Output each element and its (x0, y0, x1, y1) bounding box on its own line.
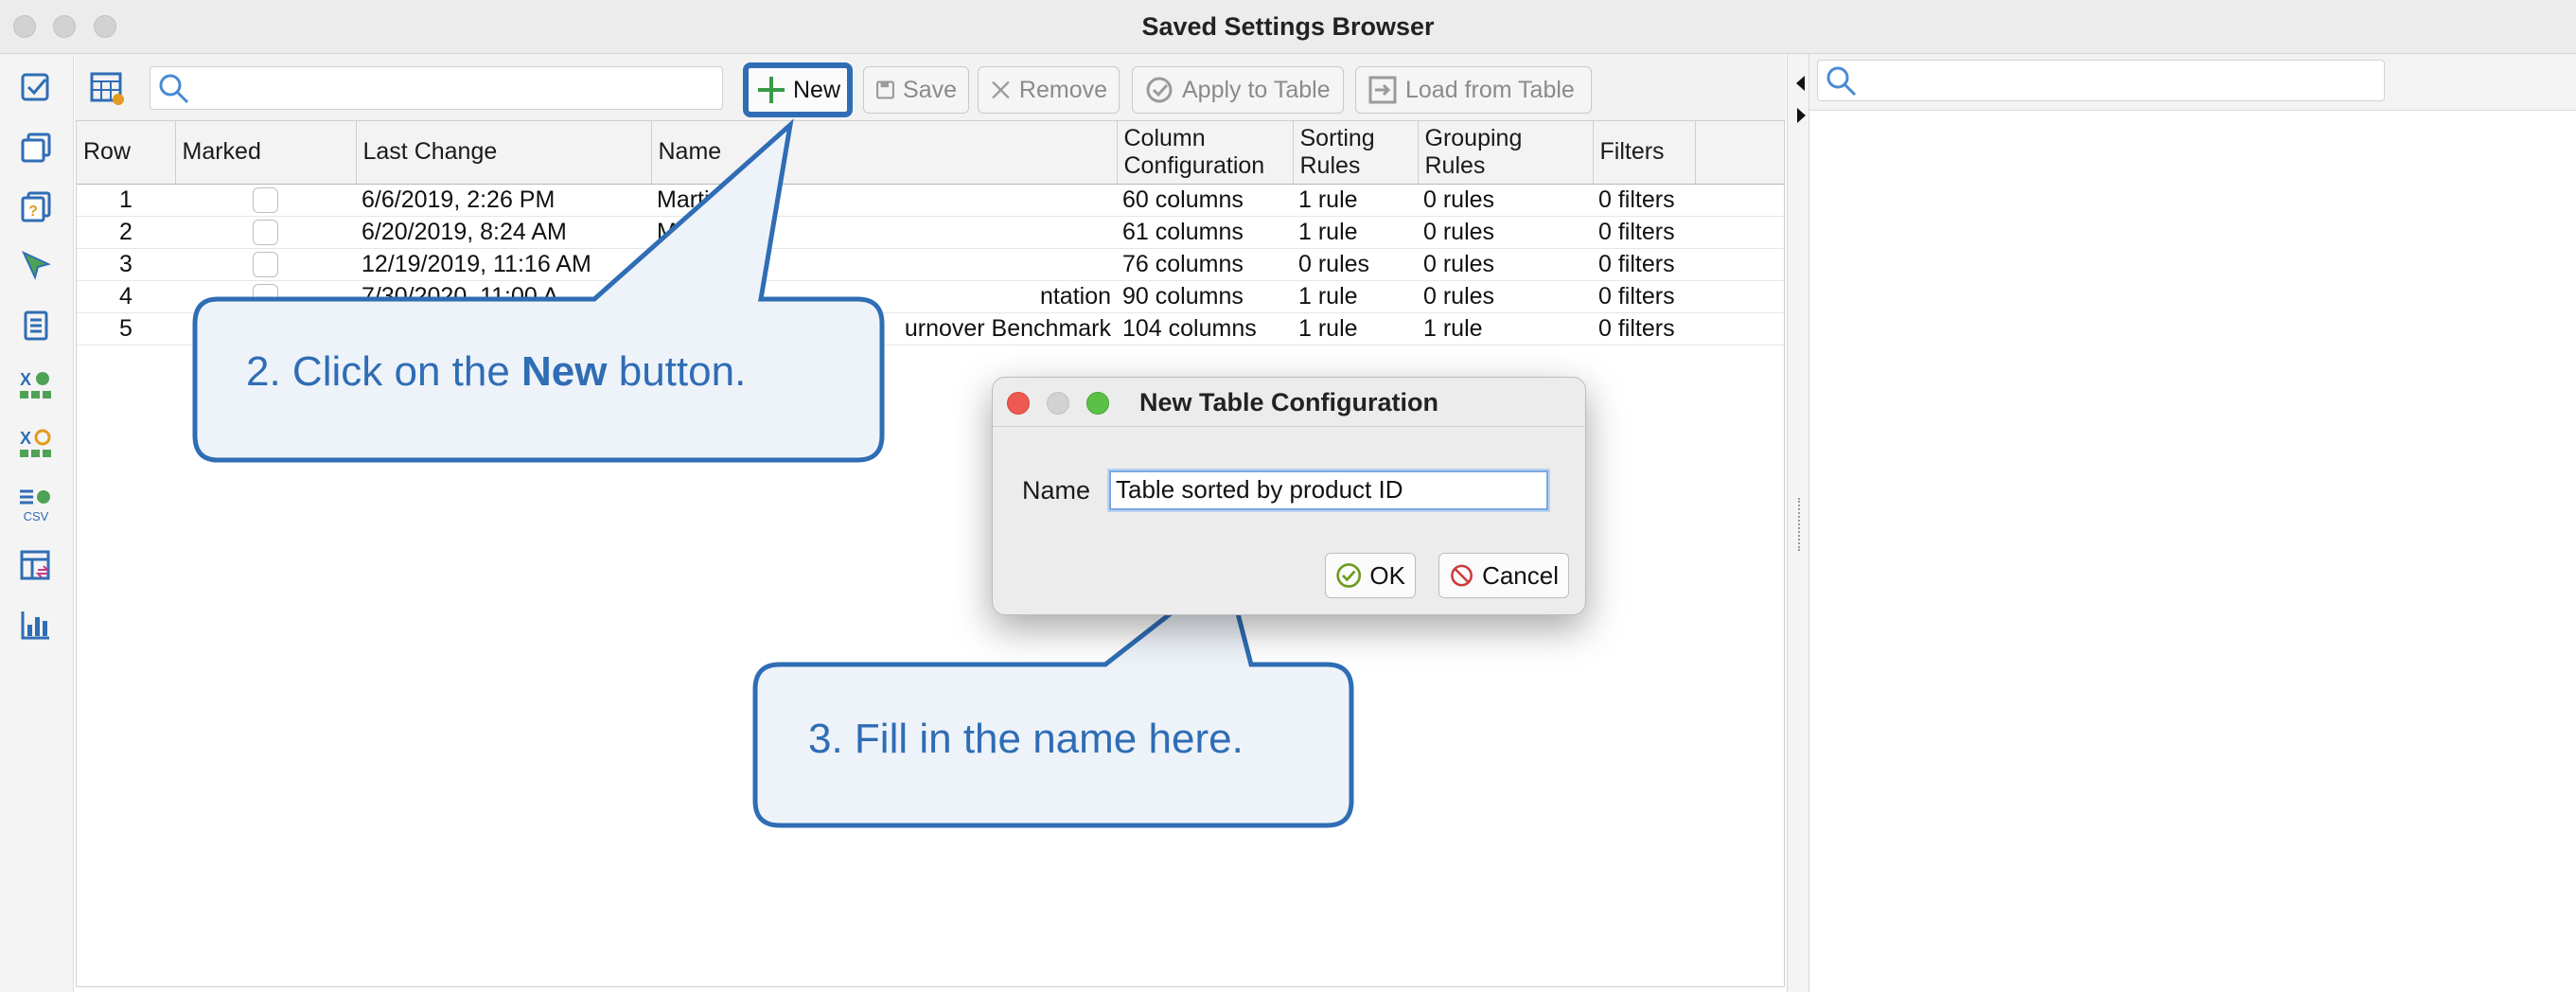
name-field[interactable]: Table sorted by product ID (1109, 470, 1548, 510)
callout-step2-text: 2. Click on the New button. (246, 348, 746, 396)
dialog-title-divider (993, 426, 1585, 427)
callout-step2-bold: New (521, 348, 608, 395)
cancel-button[interactable]: Cancel (1438, 553, 1569, 598)
ok-check-icon (1336, 563, 1362, 588)
ok-button[interactable]: OK (1325, 553, 1416, 598)
name-label: Name (1022, 476, 1091, 505)
cancel-prohibited-icon (1451, 564, 1473, 587)
callout-step2-suffix: button. (607, 348, 747, 395)
callout-step3-text: 3. Fill in the name here. (808, 716, 1244, 762)
callout-step2-bubble (192, 118, 885, 463)
dialog-title: New Table Configuration (1139, 388, 1438, 416)
ok-button-label: OK (1369, 560, 1405, 590)
callout-step2-prefix: 2. Click on the (246, 348, 522, 395)
cancel-button-label: Cancel (1482, 560, 1559, 590)
